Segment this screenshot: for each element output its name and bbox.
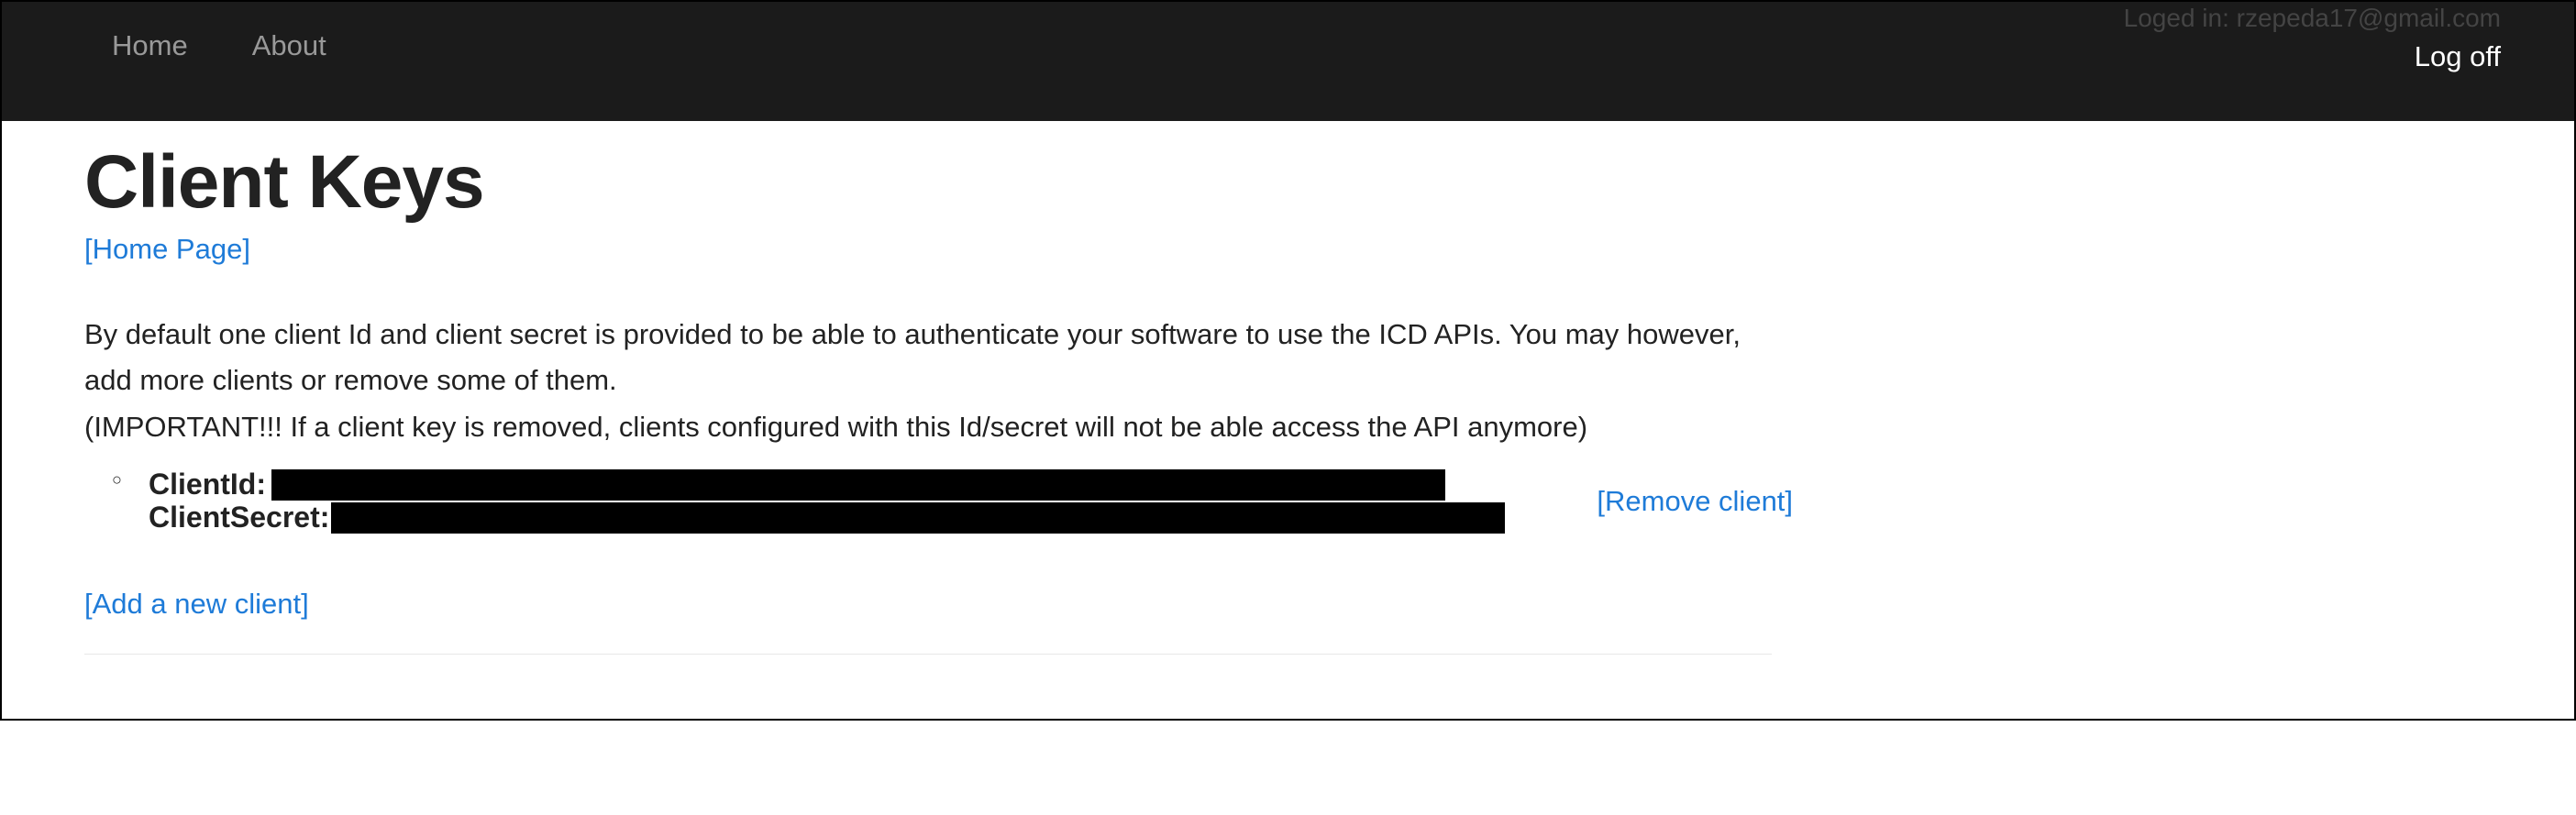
client-list: ClientId: ClientSecret: [Remove client]: [84, 468, 1772, 534]
content: Client Keys [Home Page] By default one c…: [2, 121, 1854, 719]
navbar: Home About Loged in: rzepeda17@gmail.com…: [2, 2, 2574, 121]
client-id-label: ClientId:: [149, 468, 266, 501]
navbar-left: Home About: [112, 29, 326, 62]
logoff-link[interactable]: Log off: [2415, 40, 2501, 73]
home-page-link[interactable]: [Home Page]: [84, 233, 250, 266]
navbar-right: Loged in: rzepeda17@gmail.com Log off: [2124, 4, 2501, 73]
divider: [84, 654, 1772, 655]
client-item: ClientId: ClientSecret: [Remove client]: [149, 468, 1772, 534]
nav-about-link[interactable]: About: [252, 29, 326, 62]
remove-client-link[interactable]: [Remove client]: [1597, 485, 1793, 518]
description-text-1: By default one client Id and client secr…: [84, 312, 1772, 402]
client-info-block: ClientId: ClientSecret:: [149, 468, 1505, 534]
client-secret-row: ClientSecret:: [149, 501, 1505, 534]
nav-home-link[interactable]: Home: [112, 29, 188, 62]
add-client-link[interactable]: [Add a new client]: [84, 588, 309, 621]
client-secret-label: ClientSecret:: [149, 501, 329, 534]
client-id-value-redacted: [271, 469, 1445, 501]
client-wrapper: ClientId: ClientSecret: [Remove client]: [149, 468, 1772, 534]
page-title: Client Keys: [84, 139, 1772, 226]
logged-in-text: Loged in: rzepeda17@gmail.com: [2124, 4, 2501, 33]
client-id-row: ClientId:: [149, 468, 1505, 501]
client-secret-value-redacted: [331, 502, 1505, 534]
description-text-2: (IMPORTANT!!! If a client key is removed…: [84, 404, 1772, 450]
